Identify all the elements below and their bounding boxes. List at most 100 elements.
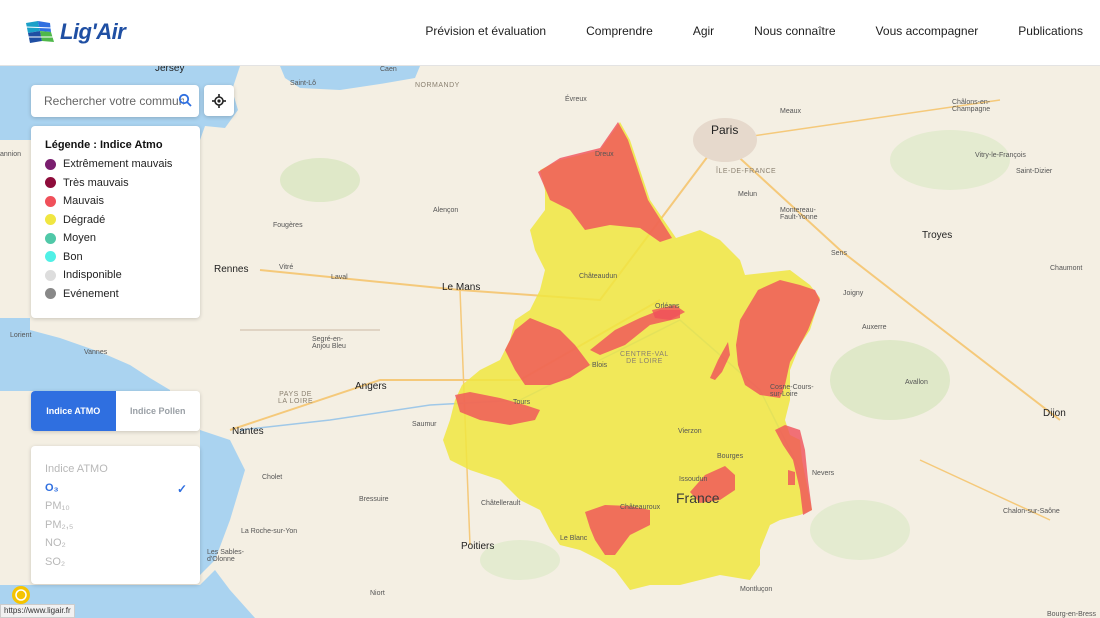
search-input[interactable] xyxy=(44,94,184,108)
legend-swatch xyxy=(45,177,56,189)
legend-item-degrade: Dégradé xyxy=(45,211,200,230)
label-sens: Sens xyxy=(831,250,847,257)
locate-me-button[interactable] xyxy=(204,85,234,116)
pollutant-item-indice-atmo[interactable]: Indice ATMO xyxy=(45,463,200,482)
main-nav: Prévision et évaluation Comprendre Agir … xyxy=(385,0,1083,62)
label-france: France xyxy=(676,490,720,506)
pollutant-list: Indice ATMO O₃ ✓ PM₁₀ PM₂,₅ NO₂ SO₂ xyxy=(31,446,200,584)
pollutant-item-pm10[interactable]: PM₁₀ xyxy=(45,500,200,519)
legend-label: Evénement xyxy=(63,287,119,300)
label-angers: Angers xyxy=(355,381,387,392)
legend-label: Très mauvais xyxy=(63,176,129,189)
label-orleans: Orléans xyxy=(655,303,680,310)
pollutant-item-pm25[interactable]: PM₂,₅ xyxy=(45,519,200,538)
check-icon: ✓ xyxy=(176,481,187,496)
label-fougeres: Fougères xyxy=(273,222,303,229)
nav-comprendre[interactable]: Comprendre xyxy=(586,24,653,38)
legend-swatch xyxy=(45,195,56,207)
tab-indice-atmo[interactable]: Indice ATMO xyxy=(31,391,116,431)
pollutant-label: O₃ xyxy=(45,481,59,494)
label-sables: Les Sables- d'Olonne xyxy=(207,549,244,563)
legend-item-bon: Bon xyxy=(45,248,200,267)
label-annion: annion xyxy=(0,151,22,158)
legend-swatch xyxy=(45,214,56,226)
accessibility-icon[interactable] xyxy=(11,585,31,605)
label-le-blanc: Le Blanc xyxy=(560,535,588,542)
site-header: Lig'Air Prévision et évaluation Comprend… xyxy=(0,0,1100,66)
legend-item-extremement-mauvais: Extrêmement mauvais xyxy=(45,155,200,174)
label-la-roche: La Roche-sur-Yon xyxy=(241,528,298,535)
status-url: https://www.ligair.fr xyxy=(0,604,75,618)
legend-swatch xyxy=(45,232,56,244)
pollutant-item-no2[interactable]: NO₂ xyxy=(45,537,200,556)
nav-vous-accompagner[interactable]: Vous accompagner xyxy=(876,24,979,38)
label-meaux: Meaux xyxy=(780,108,802,115)
label-alencon: Alençon xyxy=(433,207,459,214)
pollutant-item-so2[interactable]: SO₂ xyxy=(45,556,200,575)
legend-item-tres-mauvais: Très mauvais xyxy=(45,174,200,193)
nav-nous-connaitre[interactable]: Nous connaître xyxy=(754,24,835,38)
crosshair-icon xyxy=(212,93,226,108)
legend-swatch xyxy=(45,288,56,300)
label-rennes: Rennes xyxy=(214,264,249,275)
legend-label: Indisponible xyxy=(63,269,122,282)
label-vitre: Vitré xyxy=(279,264,294,271)
label-dreux: Dreux xyxy=(595,151,614,158)
label-pays-de-la-loire: PAYS DE LA LOIRE xyxy=(278,391,314,405)
label-vitry: Vitry-le-François xyxy=(975,152,1026,159)
label-evreux: Évreux xyxy=(565,96,587,103)
logo-mark-icon xyxy=(24,19,58,45)
label-caen: Caen xyxy=(380,66,397,73)
label-nevers: Nevers xyxy=(812,470,835,477)
legend-panel: Légende : Indice Atmo Extrêmement mauvai… xyxy=(31,126,200,318)
label-chalon: Chalon-sur-Saône xyxy=(1003,508,1060,515)
commune-search xyxy=(31,85,199,117)
label-melun: Melun xyxy=(738,191,758,198)
tab-indice-pollen[interactable]: Indice Pollen xyxy=(115,391,200,431)
label-poitiers: Poitiers xyxy=(461,541,495,552)
nav-prevision[interactable]: Prévision et évaluation xyxy=(425,24,546,38)
label-niort: Niort xyxy=(370,590,385,597)
legend-label: Bon xyxy=(63,250,83,263)
label-saint-lo: Saint-Lô xyxy=(290,80,317,87)
label-avallon: Avallon xyxy=(905,379,928,386)
search-icon[interactable] xyxy=(178,93,192,107)
label-nantes: Nantes xyxy=(232,426,264,437)
label-le-mans: Le Mans xyxy=(442,282,481,293)
label-montlucon: Montluçon xyxy=(740,586,773,593)
brand-name: Lig'Air xyxy=(60,19,126,44)
label-cosne: Cosne-Cours- sur-Loire xyxy=(770,384,814,398)
label-chatellerault: Châtellerault xyxy=(481,500,521,507)
label-chaumont: Chaumont xyxy=(1050,265,1083,272)
label-paris: Paris xyxy=(711,123,739,137)
legend-title: Légende : Indice Atmo xyxy=(45,139,163,151)
ligair-logo[interactable]: Lig'Air xyxy=(24,16,126,48)
label-tours: Tours xyxy=(513,399,531,406)
label-blois: Blois xyxy=(592,362,608,369)
label-jersey: Jersey xyxy=(155,66,185,74)
label-vannes: Vannes xyxy=(84,349,108,356)
label-troyes: Troyes xyxy=(922,230,953,241)
legend-swatch xyxy=(45,158,56,170)
label-normandy: NORMANDY xyxy=(415,82,460,89)
pollutant-item-o3[interactable]: O₃ ✓ xyxy=(45,482,200,501)
legend-label: Dégradé xyxy=(63,213,106,226)
label-chateauroux: Châteauroux xyxy=(620,504,661,511)
label-auxerre: Auxerre xyxy=(862,324,887,331)
label-ile-de-france: ÎLE-DE-FRANCE xyxy=(716,168,777,175)
nav-publications[interactable]: Publications xyxy=(1018,24,1083,38)
label-joigny: Joigny xyxy=(843,290,864,297)
label-bourges: Bourges xyxy=(717,453,744,460)
label-chateaudun: Châteaudun xyxy=(579,273,618,280)
label-lorient: Lorient xyxy=(10,332,32,339)
legend-item-indisponible: Indisponible xyxy=(45,266,200,285)
legend-swatch xyxy=(45,269,56,281)
label-segre: Segré-en- Anjou Bleu xyxy=(312,336,346,350)
legend-label: Extrêmement mauvais xyxy=(63,158,173,171)
label-issoudun: Issoudun xyxy=(679,476,708,483)
label-saumur: Saumur xyxy=(412,421,437,428)
label-montereau: Montereau- Fault-Yonne xyxy=(780,207,818,221)
nav-agir[interactable]: Agir xyxy=(693,24,714,38)
label-cholet: Cholet xyxy=(262,474,283,481)
legend-label: Moyen xyxy=(63,232,97,245)
